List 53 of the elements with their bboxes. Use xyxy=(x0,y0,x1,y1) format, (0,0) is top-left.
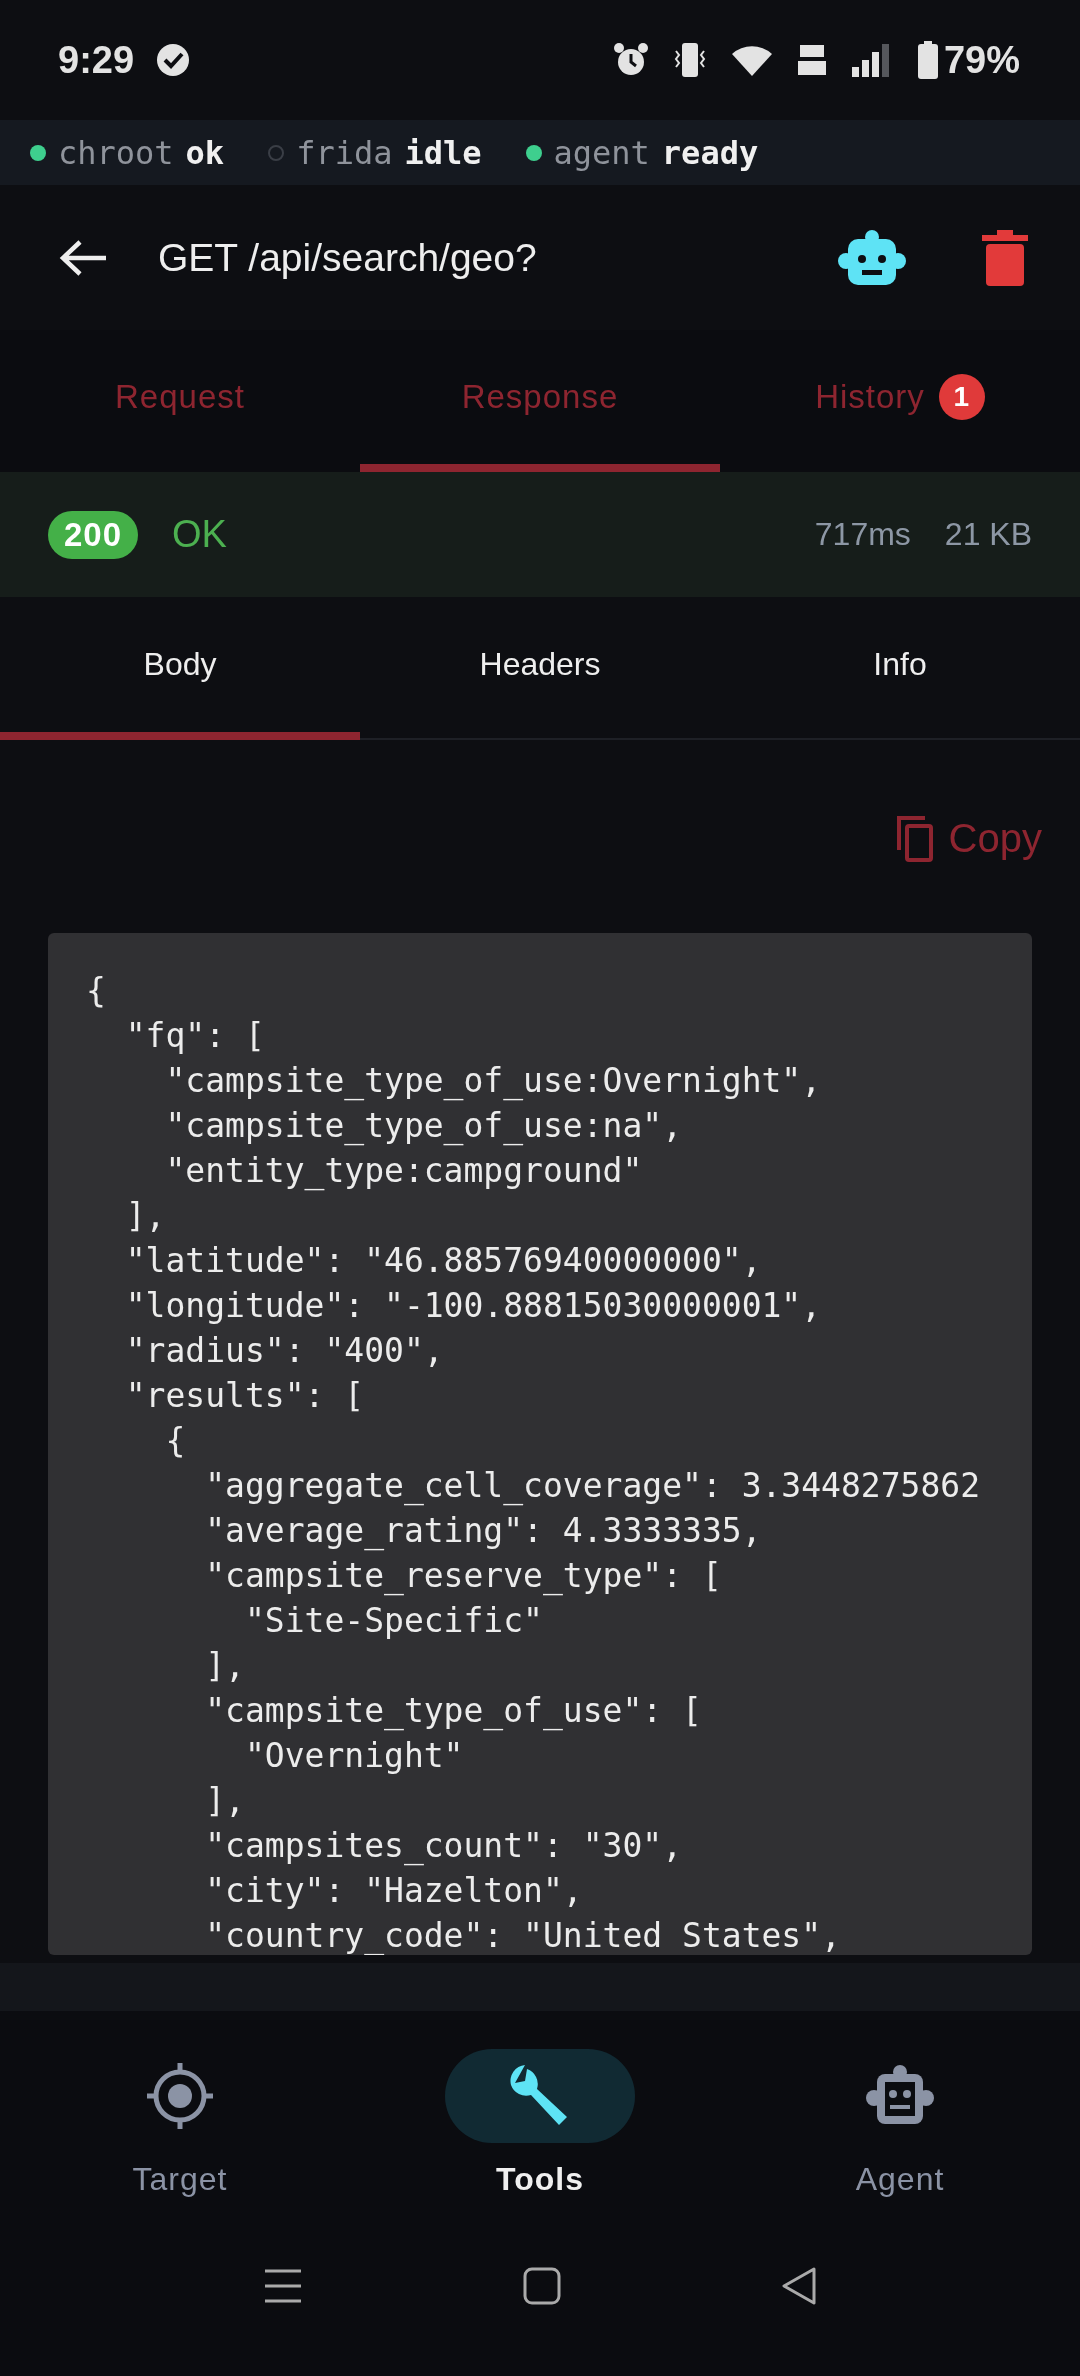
code-line: "latitude": "46.88576940000000", xyxy=(124,1240,762,1282)
back-arrow-icon[interactable] xyxy=(58,237,108,278)
tab[interactable]: Body xyxy=(0,597,360,740)
tab[interactable]: Info xyxy=(720,597,1080,740)
code-line: "average_rating": 4.3333335, xyxy=(204,1510,762,1553)
code-line: "Overnight" xyxy=(243,1735,464,1777)
tab[interactable]: History 1 xyxy=(720,330,1080,472)
code-line: { xyxy=(164,1420,186,1462)
code-line: "aggregate_cell_coverage": 3.3448275862 xyxy=(204,1465,981,1508)
code-line: "campsite_type_of_use": [ xyxy=(204,1690,702,1733)
nav-label[interactable]: Target xyxy=(132,2161,228,2198)
code-line: "campsite_reserve_type": [ xyxy=(204,1555,722,1598)
service-state: ready xyxy=(661,133,759,172)
code-line: ], xyxy=(204,1645,245,1687)
code-line: "longitude": "-100.88815030000001", xyxy=(124,1285,822,1327)
service-name: agent xyxy=(553,133,650,172)
code-line: "campsite_type_of_use:Overnight", xyxy=(164,1060,822,1103)
service-state: ok xyxy=(185,133,225,172)
request-title: GET /api/search/geo? xyxy=(158,235,538,280)
trash-icon[interactable] xyxy=(982,229,1028,286)
menu-icon[interactable] xyxy=(263,2268,303,2304)
copy-icon xyxy=(894,814,935,862)
code-line: "country_code": "United States", xyxy=(204,1915,841,1955)
clock-time: 9:29 xyxy=(58,38,135,82)
back-icon[interactable] xyxy=(781,2266,817,2306)
nav-label[interactable]: Tools xyxy=(496,2161,584,2198)
service-state: idle xyxy=(404,133,482,172)
check-circle-icon xyxy=(156,43,191,77)
code-line: ], xyxy=(124,1195,166,1237)
code-line: "entity_type:campground" xyxy=(164,1150,643,1193)
service-name: frida xyxy=(296,133,393,172)
nav-label[interactable]: Agent xyxy=(855,2161,945,2198)
response-time: 717ms xyxy=(814,516,911,553)
status-text: OK xyxy=(172,513,228,556)
robot-icon[interactable] xyxy=(838,228,906,287)
code-line: "results": [ xyxy=(124,1375,365,1417)
service-name: chroot xyxy=(58,133,174,172)
battery-percent: 79% xyxy=(943,38,1020,82)
home-icon[interactable] xyxy=(523,2267,561,2305)
code-line: "campsites_count": "30", xyxy=(204,1825,683,1868)
battery-icon xyxy=(915,40,940,80)
code-line: "campsite_type_of_use:na", xyxy=(164,1105,683,1148)
status-code-badge: 200 xyxy=(48,510,139,559)
target-icon[interactable] xyxy=(145,2061,215,2131)
code-line: "Site-Specific" xyxy=(243,1600,543,1642)
response-size: 21 KB xyxy=(944,516,1032,553)
code-line: "fq": [ xyxy=(124,1015,265,1057)
code-line: "radius": "400", xyxy=(124,1330,444,1372)
code-line: "city": "Hazelton", xyxy=(204,1870,583,1912)
count-badge: 1 xyxy=(938,374,985,420)
tab[interactable]: Headers xyxy=(360,597,720,740)
code-line: ], xyxy=(204,1780,245,1822)
code-line: { xyxy=(86,970,106,1012)
